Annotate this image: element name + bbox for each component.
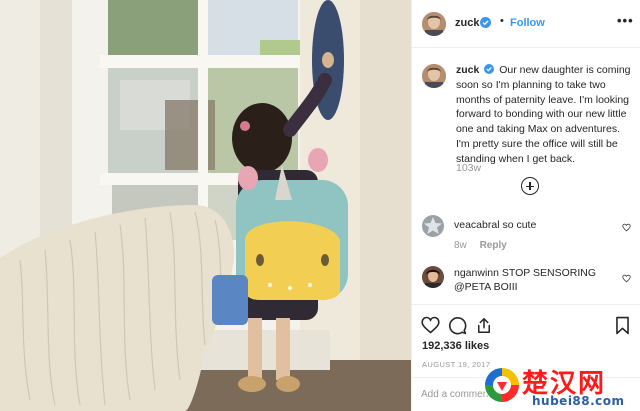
photo-illustration [0, 0, 411, 411]
post-side-panel: zuck • Follow ••• zuck Our new daughter … [411, 0, 640, 411]
watermark-url: hubei88.com [532, 394, 625, 408]
more-options-button[interactable]: ••• [617, 13, 634, 28]
header-separator: • [500, 15, 504, 27]
comment-avatar[interactable] [422, 215, 444, 237]
caption-avatar[interactable] [422, 64, 446, 88]
caption-timestamp[interactable]: 103w [456, 162, 481, 174]
heart-icon[interactable] [622, 274, 631, 283]
reply-button[interactable]: Reply [480, 240, 507, 251]
comment-timestamp[interactable]: 8w [454, 240, 467, 251]
likes-count[interactable]: 192,336 likes [422, 340, 489, 352]
comment-avatar[interactable] [422, 266, 444, 288]
load-more-comments-button[interactable] [521, 177, 539, 195]
comments-list[interactable]: zuck Our new daughter is coming soon so … [412, 49, 640, 304]
post-date[interactable]: AUGUST 19, 2017 [422, 360, 490, 369]
author-username[interactable]: zuck [455, 17, 479, 29]
comment-username[interactable]: nganwinn [454, 267, 499, 279]
heart-icon[interactable] [622, 223, 631, 232]
site-watermark: 楚汉网 hubei88.com [482, 361, 640, 411]
comment-username[interactable]: veacabral [454, 219, 500, 231]
author-avatar[interactable] [422, 12, 446, 36]
caption-username[interactable]: zuck [456, 64, 479, 76]
caption-text-block: zuck Our new daughter is coming soon so … [456, 63, 632, 167]
watermark-logo-icon [484, 367, 520, 403]
speech-bubble-icon[interactable] [448, 316, 467, 335]
share-icon[interactable] [475, 316, 493, 335]
post-header: zuck • Follow ••• [412, 0, 640, 48]
heart-icon[interactable] [421, 316, 440, 334]
verified-badge-icon [484, 64, 495, 74]
comment-text-block: nganwinn STOP SENSORING @PETA BOIII [454, 266, 619, 294]
caption-text: Our new daughter is coming soon so I'm p… [456, 64, 631, 165]
follow-button[interactable]: Follow [510, 17, 545, 29]
comment-meta: 8w Reply [454, 240, 507, 251]
bookmark-icon[interactable] [615, 316, 630, 335]
comment-text: so cute [502, 219, 537, 231]
comment-text-block: veacabral so cute [454, 218, 619, 232]
post-photo[interactable] [0, 0, 411, 411]
verified-badge-icon [480, 17, 491, 28]
